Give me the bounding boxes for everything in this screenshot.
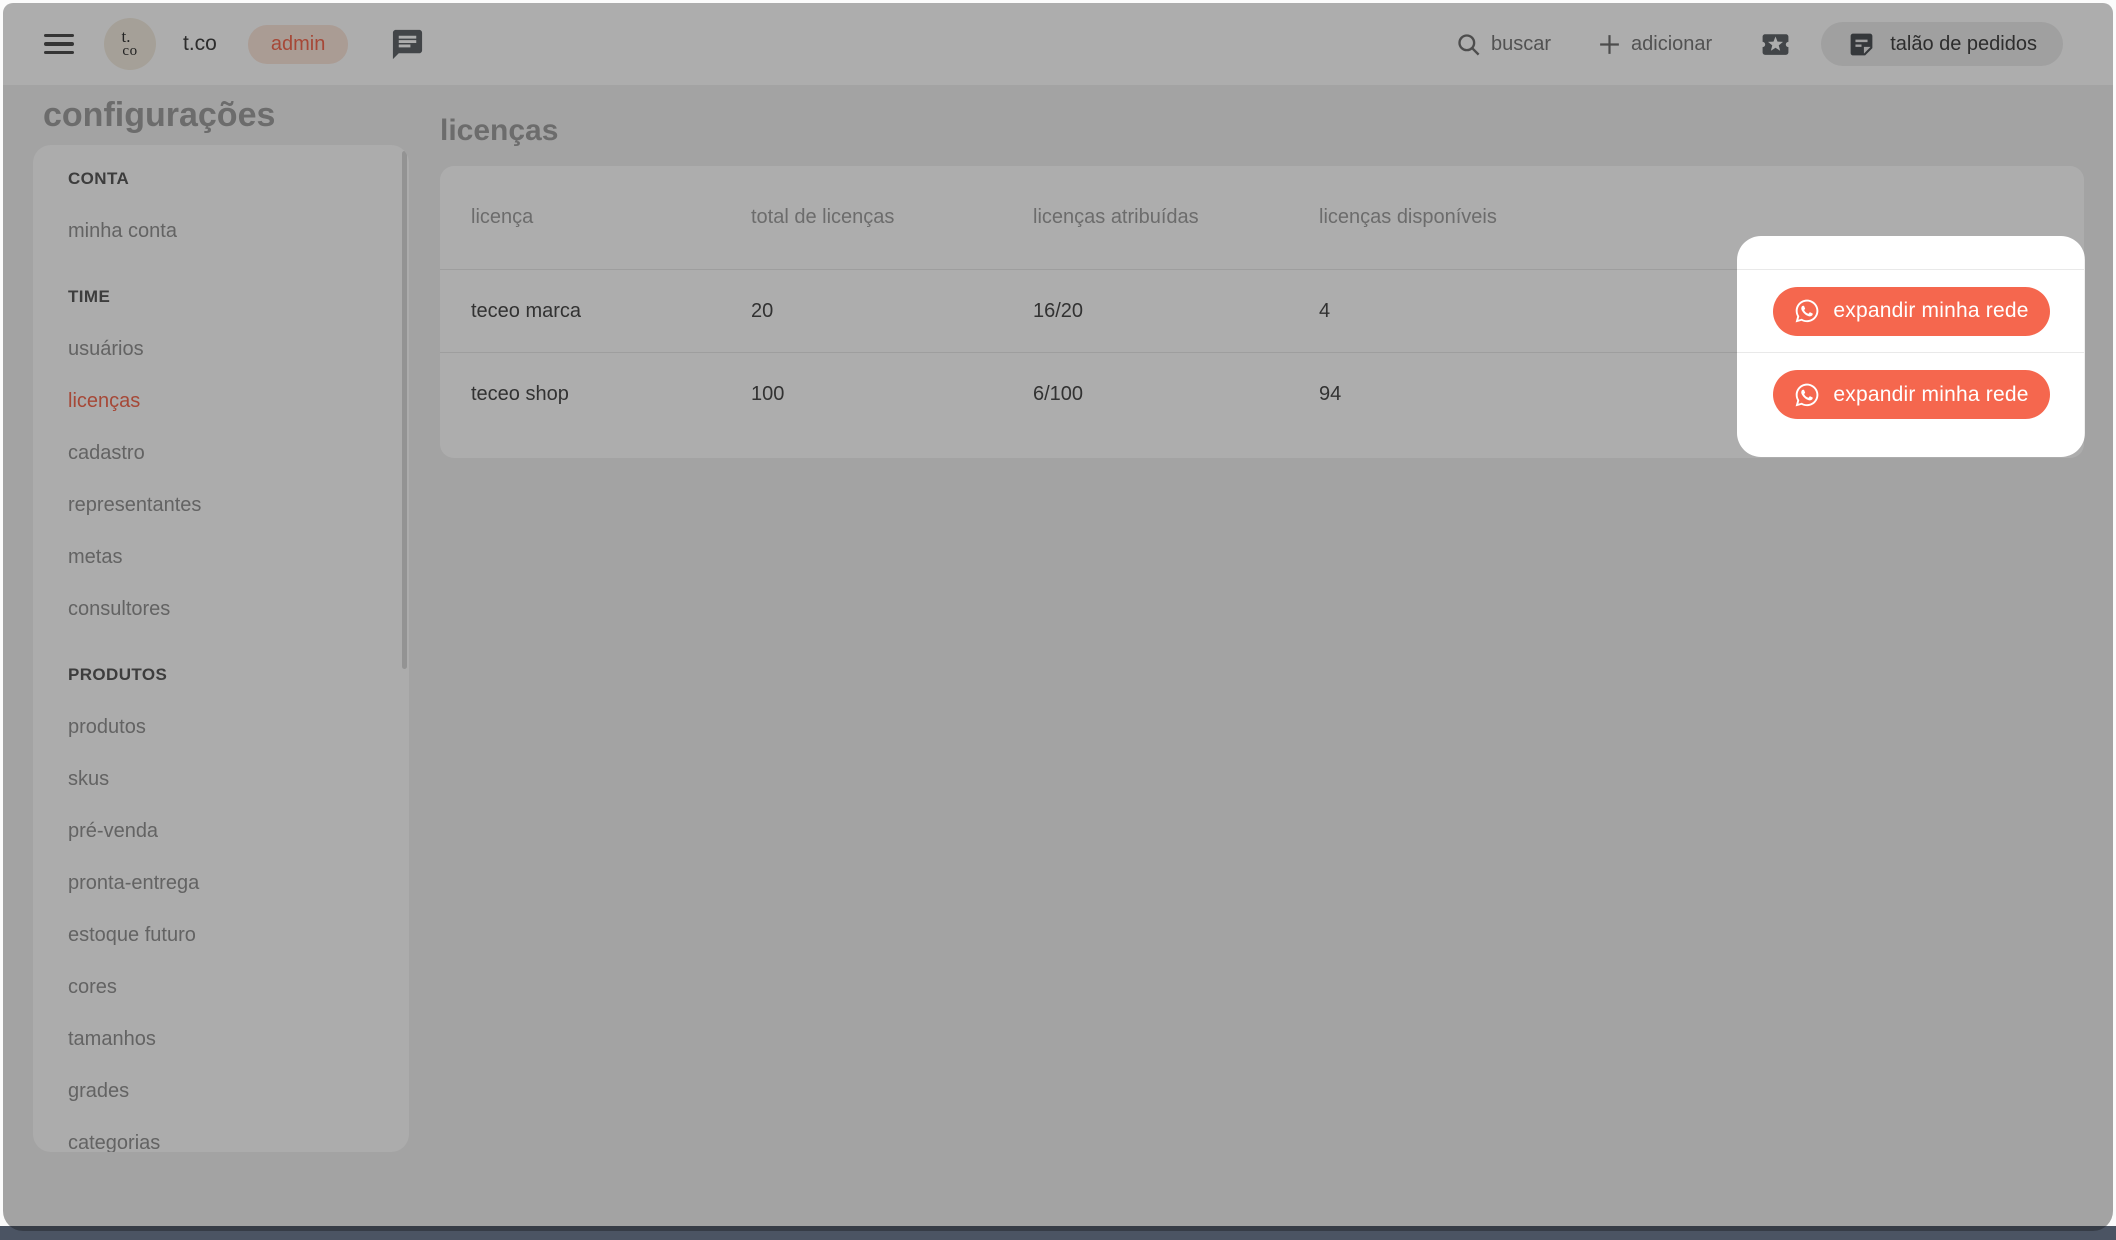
license-available: 94 bbox=[1319, 383, 1342, 405]
brand-name: t.co bbox=[183, 32, 217, 55]
column-header-disponiveis: licenças disponíveis bbox=[1319, 206, 1497, 228]
sidebar-item-produtos[interactable]: produtos bbox=[68, 701, 409, 753]
settings-title: configurações bbox=[43, 96, 276, 134]
sidebar-item-grades[interactable]: grades bbox=[68, 1065, 409, 1117]
settings-nav-card: CONTA minha conta TIME usuários licenças… bbox=[33, 145, 409, 1152]
nav-section-conta: CONTA minha conta bbox=[68, 153, 409, 257]
column-header-total: total de licenças bbox=[751, 206, 895, 228]
expand-network-label: expandir minha rede bbox=[1833, 382, 2029, 406]
menu-icon[interactable] bbox=[44, 33, 74, 55]
sidebar-scrollbar-thumb[interactable] bbox=[402, 151, 407, 669]
table-header-row: licença total de licenças licenças atrib… bbox=[440, 166, 2084, 270]
add-button[interactable]: adicionar bbox=[1597, 32, 1712, 57]
license-assigned: 6/100 bbox=[1033, 383, 1084, 405]
whatsapp-icon bbox=[1795, 299, 1819, 323]
order-pad-button[interactable]: talão de pedidos bbox=[1821, 22, 2063, 66]
page-title: licenças bbox=[440, 114, 559, 147]
license-assigned: 16/20 bbox=[1033, 299, 1084, 322]
license-total: 20 bbox=[751, 299, 774, 322]
nav-section-time: TIME usuários licenças cadastro represen… bbox=[68, 271, 409, 635]
search-label: buscar bbox=[1491, 32, 1552, 55]
sidebar-item-representantes[interactable]: representantes bbox=[68, 479, 409, 531]
nav-section-header-time: TIME bbox=[68, 287, 111, 306]
sidebar-item-pronta-entrega[interactable]: pronta-entrega bbox=[68, 857, 409, 909]
role-badge: admin bbox=[247, 24, 349, 64]
sidebar-item-licencas[interactable]: licenças bbox=[68, 375, 409, 427]
licenses-page: licenças licença total de licenças licen… bbox=[418, 85, 2113, 458]
table-row-teceo-marca: teceo marca 20 16/20 4 expandir minha re… bbox=[440, 270, 2084, 353]
expand-network-button[interactable]: expandir minha rede bbox=[1773, 286, 2050, 336]
add-label: adicionar bbox=[1631, 32, 1713, 55]
sidebar-item-metas[interactable]: metas bbox=[68, 531, 409, 583]
license-available: 4 bbox=[1319, 299, 1331, 322]
window-bottom-bar bbox=[0, 1226, 2116, 1240]
topbar-actions: buscar adicionar talão de pedidos bbox=[1455, 22, 2063, 66]
expand-network-label: expandir minha rede bbox=[1833, 299, 2029, 322]
sidebar-item-consultores[interactable]: consultores bbox=[68, 583, 409, 635]
search-button[interactable]: buscar bbox=[1455, 31, 1551, 58]
settings-sidebar: configurações CONTA minha conta TIME usu… bbox=[3, 85, 418, 1152]
settings-nav: CONTA minha conta TIME usuários licenças… bbox=[68, 153, 409, 1152]
sidebar-item-pre-venda[interactable]: pré-venda bbox=[68, 805, 409, 857]
order-pad-label: talão de pedidos bbox=[1890, 32, 2037, 55]
column-header-atribuidas: licenças atribuídas bbox=[1033, 206, 1199, 228]
table-row-teceo-shop: teceo shop 100 6/100 94 expandir minha r… bbox=[440, 353, 2084, 436]
license-name: teceo shop bbox=[471, 383, 569, 405]
sidebar-item-categorias[interactable]: categorias bbox=[68, 1117, 409, 1153]
sidebar-item-usuarios[interactable]: usuários bbox=[68, 323, 409, 375]
sidebar-item-skus[interactable]: skus bbox=[68, 753, 409, 805]
order-pad-note-icon bbox=[1850, 33, 1873, 55]
expand-network-button[interactable]: expandir minha rede bbox=[1773, 370, 2050, 419]
sidebar-item-cores[interactable]: cores bbox=[68, 961, 409, 1013]
nav-section-header-produtos: PRODUTOS bbox=[68, 665, 168, 684]
sidebar-item-tamanhos[interactable]: tamanhos bbox=[68, 1013, 409, 1065]
topbar: t. co t.co admin buscar adicionar talão … bbox=[3, 3, 2113, 85]
licenses-table-card: licença total de licenças licenças atrib… bbox=[440, 166, 2084, 458]
nav-section-header-conta: CONTA bbox=[68, 169, 130, 188]
nav-section-produtos: PRODUTOS produtos skus pré-venda pronta-… bbox=[68, 649, 409, 1152]
activity-ticket-star-icon[interactable] bbox=[1760, 29, 1791, 60]
license-total: 100 bbox=[751, 383, 785, 405]
chat-icon[interactable] bbox=[390, 27, 425, 62]
app-window: t. co t.co admin buscar adicionar talão … bbox=[3, 3, 2113, 1231]
search-icon bbox=[1458, 33, 1480, 55]
brand-logo[interactable]: t. co bbox=[104, 18, 156, 70]
plus-icon bbox=[1600, 34, 1619, 54]
brand-logo-text-bottom: co bbox=[122, 42, 138, 59]
column-header-licenca: licença bbox=[471, 206, 534, 228]
whatsapp-icon bbox=[1795, 383, 1819, 406]
sidebar-item-estoque-futuro[interactable]: estoque futuro bbox=[68, 909, 409, 961]
license-name: teceo marca bbox=[471, 299, 582, 322]
sidebar-item-cadastro[interactable]: cadastro bbox=[68, 427, 409, 479]
sidebar-item-minha-conta[interactable]: minha conta bbox=[68, 205, 409, 257]
